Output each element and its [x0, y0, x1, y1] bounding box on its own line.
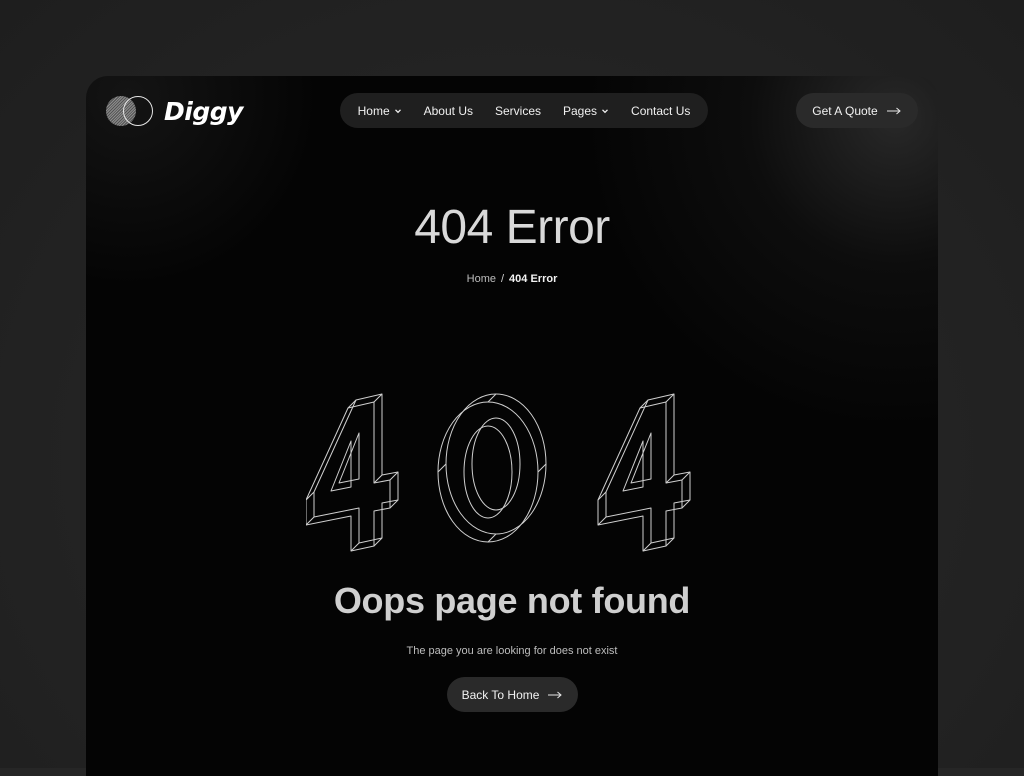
- page-title: 404 Error: [414, 201, 610, 254]
- breadcrumb-current: 404 Error: [509, 273, 558, 285]
- nav-item-contact-us[interactable]: Contact Us: [631, 104, 690, 118]
- 404-outline-graphic: 404: [306, 393, 691, 552]
- nav-item-pages[interactable]: Pages: [563, 104, 609, 118]
- not-found-heading: Oops page not found: [333, 580, 691, 621]
- back-to-home-label: Back To Home: [461, 687, 540, 702]
- back-to-home-button[interactable]: Back To Home: [447, 677, 578, 712]
- arrow-right-icon: [548, 691, 563, 698]
- nav-item-label: Home: [357, 103, 390, 118]
- nav-item-label: Services: [494, 103, 541, 118]
- logo-circles-icon: [106, 95, 154, 127]
- nav-item-label: About Us: [423, 103, 473, 118]
- nav-item-services[interactable]: Services: [495, 104, 541, 118]
- get-a-quote-button[interactable]: Get A Quote: [796, 93, 918, 128]
- nav-item-label: Pages: [563, 103, 598, 118]
- website-frame: Diggy Home About Us Services Pages Conta…: [86, 76, 938, 776]
- get-a-quote-label: Get A Quote: [812, 103, 878, 118]
- not-found-description: The page you are looking for does not ex…: [406, 645, 618, 657]
- nav-item-label: Contact Us: [631, 103, 691, 118]
- nav-item-home[interactable]: Home: [358, 104, 402, 118]
- arrow-right-icon: [886, 107, 901, 114]
- chevron-down-icon: [602, 108, 608, 113]
- chevron-down-icon: [394, 108, 401, 113]
- breadcrumb-separator: /: [500, 273, 505, 285]
- breadcrumb: Home / 404 Error: [86, 273, 938, 285]
- brand-name: Diggy: [164, 96, 243, 126]
- main-nav: Home About Us Services Pages Contact Us: [340, 93, 708, 128]
- brand-logo[interactable]: Diggy: [106, 95, 243, 127]
- nav-item-about-us[interactable]: About Us: [424, 104, 473, 118]
- breadcrumb-home-link[interactable]: Home: [467, 273, 496, 285]
